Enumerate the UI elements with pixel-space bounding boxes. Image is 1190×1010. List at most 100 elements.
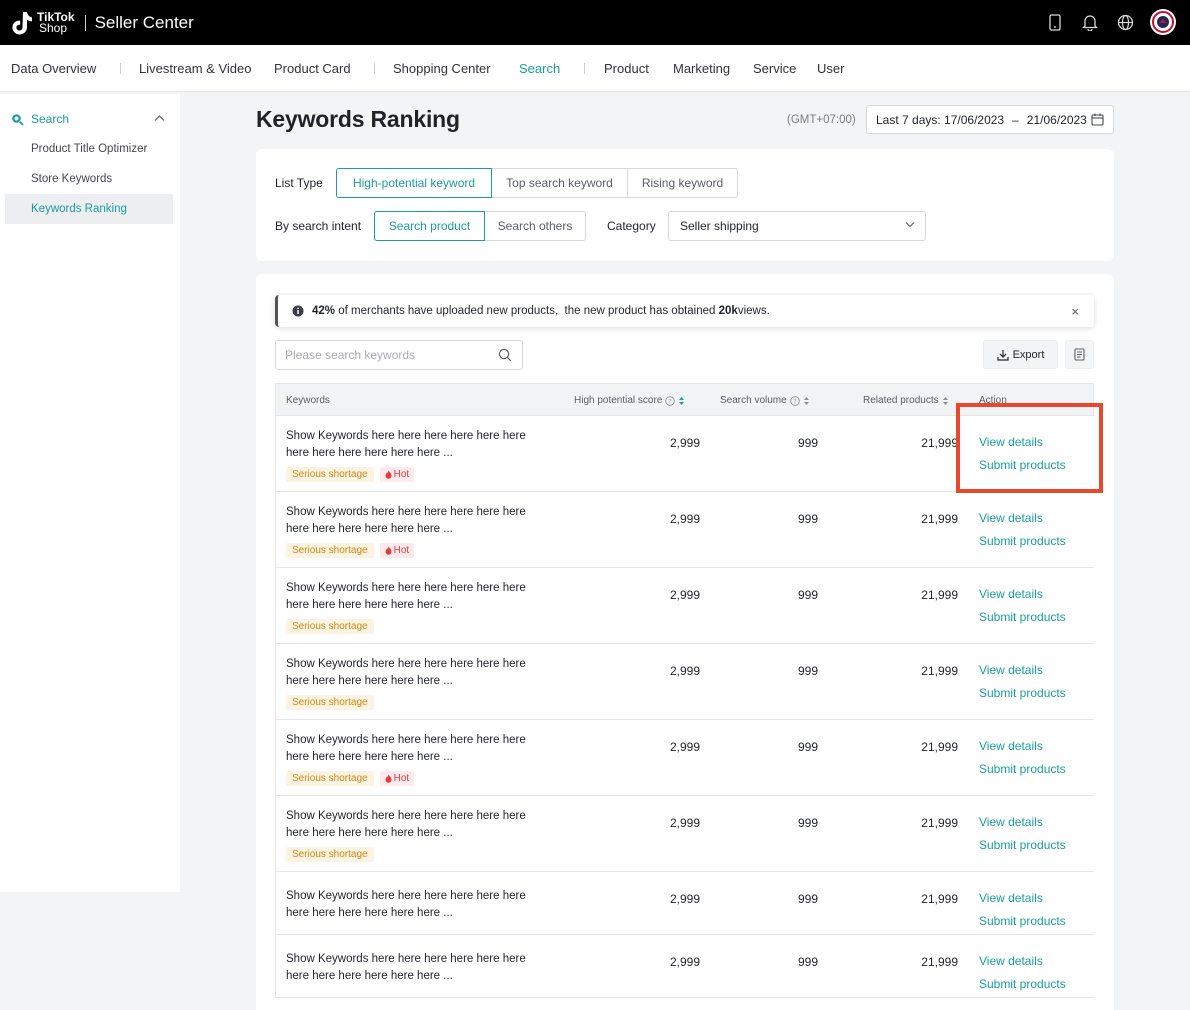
- column-high-potential-score[interactable]: High potential score ?: [574, 395, 685, 406]
- high-potential-score: 2,999: [669, 892, 700, 906]
- globe-icon[interactable]: [1115, 9, 1135, 35]
- submit-products-link[interactable]: Submit products: [979, 914, 1066, 928]
- export-button[interactable]: Export: [983, 340, 1058, 369]
- date-range-picker[interactable]: Last 7 days: 17/06/2023 – 21/06/2023: [866, 105, 1114, 134]
- chevron-up-icon[interactable]: [154, 114, 165, 122]
- view-details-link[interactable]: View details: [979, 511, 1043, 525]
- nav-item-product[interactable]: Product: [604, 61, 649, 76]
- sort-icon[interactable]: [678, 396, 685, 406]
- serious-shortage-tag: Serious shortage: [286, 467, 374, 482]
- search-icon: [12, 113, 24, 126]
- high-potential-score: 2,999: [669, 816, 700, 830]
- page-title: Keywords Ranking: [256, 106, 460, 132]
- column-search-volume[interactable]: Search volume ?: [720, 395, 810, 406]
- submit-products-link[interactable]: Submit products: [979, 838, 1066, 852]
- search-volume: 999: [797, 740, 818, 754]
- hot-tag: Hot: [379, 771, 415, 786]
- export-label: Export: [1012, 348, 1045, 361]
- keyword-search-input[interactable]: Please search keywords: [275, 340, 523, 370]
- search-volume: 999: [797, 892, 818, 906]
- intent-search-others[interactable]: Search others: [484, 211, 586, 241]
- highlight-box: [956, 403, 1103, 493]
- table-row: Show Keywords here here here here here h…: [275, 796, 1094, 872]
- related-products: 21,999: [921, 892, 958, 906]
- view-details-link[interactable]: View details: [979, 587, 1043, 601]
- nav-divider: [120, 63, 121, 74]
- date-range-dash: –: [1012, 112, 1019, 127]
- list-type-top-search[interactable]: Top search keyword: [491, 168, 628, 198]
- nav-divider: [584, 63, 585, 74]
- nav-item-livestream-video[interactable]: Livestream & Video: [139, 61, 252, 76]
- sort-icon[interactable]: [803, 396, 810, 406]
- search-volume: 999: [797, 436, 818, 450]
- keyword-text: Show Keywords here here here here here h…: [286, 953, 526, 982]
- chevron-down-icon: [905, 222, 915, 228]
- keyword-text: Show Keywords here here here here here h…: [286, 810, 526, 839]
- column-label: Search volume: [720, 395, 787, 406]
- nav-item-shopping-center[interactable]: Shopping Center: [393, 61, 491, 76]
- sidebar: Search Product Title Optimizer Store Key…: [0, 94, 180, 892]
- related-products: 21,999: [921, 955, 958, 969]
- notice-text: of merchants have uploaded new products,…: [335, 305, 719, 317]
- keyword-text: Show Keywords here here here here here h…: [286, 430, 526, 459]
- keyword-text: Show Keywords here here here here here h…: [286, 506, 526, 535]
- help-icon[interactable]: ?: [665, 395, 676, 406]
- nav-item-marketing[interactable]: Marketing: [673, 61, 730, 76]
- info-icon: [292, 305, 304, 317]
- view-details-link[interactable]: View details: [979, 815, 1043, 829]
- intent-search-product[interactable]: Search product: [374, 211, 485, 241]
- notice-text-end: views.: [737, 305, 770, 317]
- list-type-rising[interactable]: Rising keyword: [627, 168, 738, 198]
- bell-icon[interactable]: [1080, 9, 1100, 35]
- tiktok-logo-icon: [12, 11, 32, 34]
- nav-item-data-overview[interactable]: Data Overview: [11, 61, 96, 76]
- help-icon[interactable]: ?: [789, 395, 800, 406]
- calendar-icon: [1091, 113, 1104, 126]
- view-details-link[interactable]: View details: [979, 739, 1043, 753]
- timezone-label: (GMT+07:00): [787, 114, 856, 126]
- list-type-high-potential[interactable]: High-potential keyword: [336, 168, 492, 198]
- submit-products-link[interactable]: Submit products: [979, 534, 1066, 548]
- top-bar: TikTok Shop Seller Center: [0, 0, 1190, 45]
- hot-label: Hot: [393, 545, 410, 556]
- search-placeholder: Please search keywords: [285, 348, 416, 362]
- title-divider: [84, 14, 86, 31]
- view-details-link[interactable]: View details: [979, 891, 1043, 905]
- serious-shortage-tag: Serious shortage: [286, 543, 374, 558]
- submit-products-link[interactable]: Submit products: [979, 762, 1066, 776]
- submit-products-link[interactable]: Submit products: [979, 686, 1066, 700]
- mobile-icon[interactable]: [1045, 9, 1065, 35]
- sidebar-item-keywords-ranking[interactable]: Keywords Ranking: [31, 203, 127, 215]
- table-row: Show Keywords here here here here here h…: [275, 720, 1094, 796]
- submit-products-link[interactable]: Submit products: [979, 610, 1066, 624]
- nav-item-search[interactable]: Search: [519, 61, 560, 76]
- svg-text:?: ?: [793, 397, 796, 405]
- column-keywords: Keywords: [286, 395, 330, 406]
- sort-icon[interactable]: [942, 396, 949, 406]
- view-details-link[interactable]: View details: [979, 663, 1043, 677]
- nav-item-service[interactable]: Service: [753, 61, 796, 76]
- sidebar-item-store-keywords[interactable]: Store Keywords: [31, 173, 112, 185]
- hot-tag: Hot: [379, 543, 415, 558]
- nav-item-user[interactable]: User: [817, 61, 844, 76]
- sidebar-section-search[interactable]: Search: [11, 112, 69, 126]
- hot-label: Hot: [393, 773, 410, 784]
- submit-products-link[interactable]: Submit products: [979, 977, 1066, 991]
- view-details-link[interactable]: View details: [979, 954, 1043, 968]
- column-related-products[interactable]: Related products: [863, 395, 949, 406]
- list-type-label: List Type: [275, 176, 323, 190]
- sidebar-item-product-title-optimizer[interactable]: Product Title Optimizer: [31, 143, 147, 155]
- close-icon[interactable]: ×: [1071, 304, 1079, 319]
- high-potential-score: 2,999: [669, 588, 700, 602]
- category-select[interactable]: Seller shipping: [668, 211, 926, 241]
- list-type-segmented: High-potential keyword Top search keywor…: [336, 168, 738, 198]
- tiktok-shop-logo[interactable]: TikTok Shop: [10, 10, 75, 36]
- nav-item-product-card[interactable]: Product Card: [274, 61, 351, 76]
- document-icon[interactable]: [1065, 340, 1094, 369]
- search-icon[interactable]: [498, 348, 512, 362]
- fire-icon: [385, 546, 392, 555]
- search-volume: 999: [797, 664, 818, 678]
- related-products: 21,999: [921, 740, 958, 754]
- high-potential-score: 2,999: [669, 955, 700, 969]
- user-avatar[interactable]: [1150, 9, 1176, 35]
